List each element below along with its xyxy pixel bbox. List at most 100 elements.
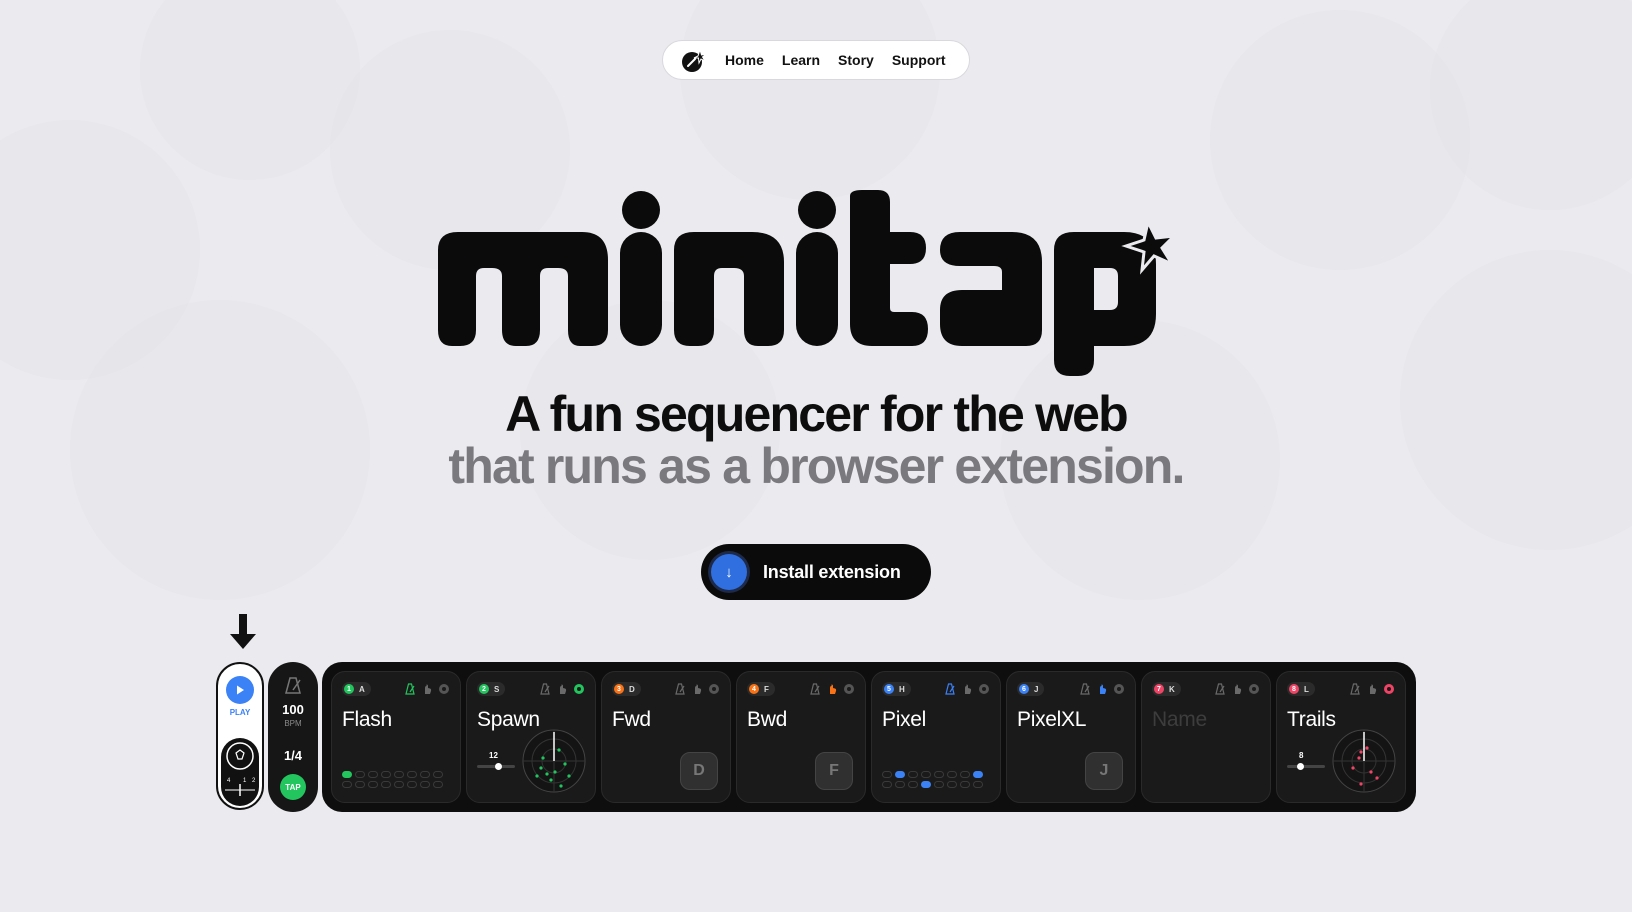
nav-link-story[interactable]: Story [838, 52, 874, 68]
card-title: PixelXL [1017, 708, 1087, 731]
step-cell[interactable] [947, 781, 957, 788]
step-cell[interactable] [973, 781, 983, 788]
manual-trigger-icon[interactable] [556, 683, 568, 695]
step-cell[interactable] [960, 771, 970, 778]
step-cell[interactable] [921, 771, 931, 778]
bpm-value[interactable]: 100 [268, 702, 318, 717]
card-header: 5H [882, 682, 990, 696]
step-cell[interactable] [381, 781, 391, 788]
mode-toggle-icon[interactable] [978, 683, 990, 695]
metronome-sync-icon[interactable] [1349, 683, 1361, 695]
hero-tagline: A fun sequencer for the web that runs as… [0, 388, 1632, 492]
card-number: 5 [884, 684, 894, 694]
step-cell[interactable] [433, 771, 443, 778]
manual-trigger-icon[interactable] [1231, 683, 1243, 695]
download-arrow-icon: ↓ [711, 554, 747, 590]
card-shortcut-badge: 2S [477, 682, 506, 696]
step-cell[interactable] [433, 781, 443, 788]
metronome-sync-icon[interactable] [944, 683, 956, 695]
manual-trigger-icon[interactable] [826, 683, 838, 695]
step-cell[interactable] [921, 781, 931, 788]
trigger-key-button[interactable]: F [815, 752, 853, 790]
step-cell[interactable] [355, 781, 365, 788]
count-slider[interactable] [477, 763, 515, 770]
step-cell[interactable] [908, 781, 918, 788]
trigger-key-button[interactable]: J [1085, 752, 1123, 790]
card-shortcut-badge: 3D [612, 682, 641, 696]
trigger-key-button[interactable]: D [680, 752, 718, 790]
note-division[interactable]: 1/4 [268, 748, 318, 763]
step-cell[interactable] [908, 771, 918, 778]
metronome-sync-icon[interactable] [674, 683, 686, 695]
step-cell[interactable] [420, 771, 430, 778]
nav-link-home[interactable]: Home [725, 52, 764, 68]
manual-trigger-icon[interactable] [961, 683, 973, 695]
step-cell[interactable] [934, 781, 944, 788]
mode-toggle-icon[interactable] [1113, 683, 1125, 695]
slider-knob[interactable] [495, 763, 502, 770]
manual-trigger-icon[interactable] [691, 683, 703, 695]
metronome-sync-icon[interactable] [404, 683, 416, 695]
metronome-sync-icon[interactable] [1214, 683, 1226, 695]
card-header: 1A [342, 682, 450, 696]
step-cell[interactable] [882, 781, 892, 788]
nav-link-learn[interactable]: Learn [782, 52, 820, 68]
mode-toggle-icon[interactable] [573, 683, 585, 695]
metronome-icon[interactable] [283, 676, 303, 694]
step-cell[interactable] [355, 771, 365, 778]
master-dial[interactable]: 4 1 2 [221, 738, 259, 806]
step-cell[interactable] [934, 771, 944, 778]
nav-link-support[interactable]: Support [892, 52, 946, 68]
card-header: 6J [1017, 682, 1125, 696]
metronome-sync-icon[interactable] [809, 683, 821, 695]
step-cell[interactable] [895, 781, 905, 788]
step-cell[interactable] [381, 771, 391, 778]
mode-toggle-icon[interactable] [438, 683, 450, 695]
step-cell[interactable] [407, 781, 417, 788]
effect-card-4[interactable]: 4 F Bwd F [736, 671, 866, 803]
step-cell[interactable] [960, 781, 970, 788]
step-cell[interactable] [342, 771, 352, 778]
effect-card-1[interactable]: 1 A Flash [331, 671, 461, 803]
card-key: K [1169, 684, 1175, 694]
card-controls [674, 683, 720, 695]
mode-toggle-icon[interactable] [1383, 683, 1395, 695]
metronome-sync-icon[interactable] [1079, 683, 1091, 695]
step-cell[interactable] [420, 781, 430, 788]
step-grid[interactable] [342, 771, 443, 788]
mode-toggle-icon[interactable] [708, 683, 720, 695]
step-cell[interactable] [973, 771, 983, 778]
mode-toggle-icon[interactable] [843, 683, 855, 695]
card-shortcut-badge: 5H [882, 682, 911, 696]
mode-toggle-icon[interactable] [1248, 683, 1260, 695]
install-extension-button[interactable]: ↓ Install extension [701, 544, 931, 600]
effect-card-2[interactable]: 2 S Spawn 12 [466, 671, 596, 803]
step-cell[interactable] [407, 771, 417, 778]
effect-card-8[interactable]: 8 L Trails 8 [1276, 671, 1406, 803]
step-grid[interactable] [882, 771, 983, 788]
step-cell[interactable] [368, 771, 378, 778]
card-title: Pixel [882, 708, 927, 731]
count-slider[interactable] [1287, 763, 1325, 770]
step-cell[interactable] [394, 781, 404, 788]
effect-card-6[interactable]: 6 J PixelXL J [1006, 671, 1136, 803]
card-title[interactable]: Name [1152, 708, 1207, 732]
manual-trigger-icon[interactable] [1366, 683, 1378, 695]
manual-trigger-icon[interactable] [421, 683, 433, 695]
step-cell[interactable] [342, 781, 352, 788]
manual-trigger-icon[interactable] [1096, 683, 1108, 695]
effect-card-3[interactable]: 3 D Fwd D [601, 671, 731, 803]
play-icon [237, 685, 244, 695]
minitap-star-logo-icon[interactable] [681, 47, 707, 73]
effect-card-7[interactable]: 7 K Name [1141, 671, 1271, 803]
step-cell[interactable] [882, 771, 892, 778]
effect-card-5[interactable]: 5 H Pixel [871, 671, 1001, 803]
step-cell[interactable] [368, 781, 378, 788]
metronome-sync-icon[interactable] [539, 683, 551, 695]
play-button[interactable] [226, 676, 254, 704]
tap-tempo-button[interactable]: TAP [280, 774, 306, 800]
step-cell[interactable] [895, 771, 905, 778]
slider-knob[interactable] [1297, 763, 1304, 770]
step-cell[interactable] [947, 771, 957, 778]
step-cell[interactable] [394, 771, 404, 778]
